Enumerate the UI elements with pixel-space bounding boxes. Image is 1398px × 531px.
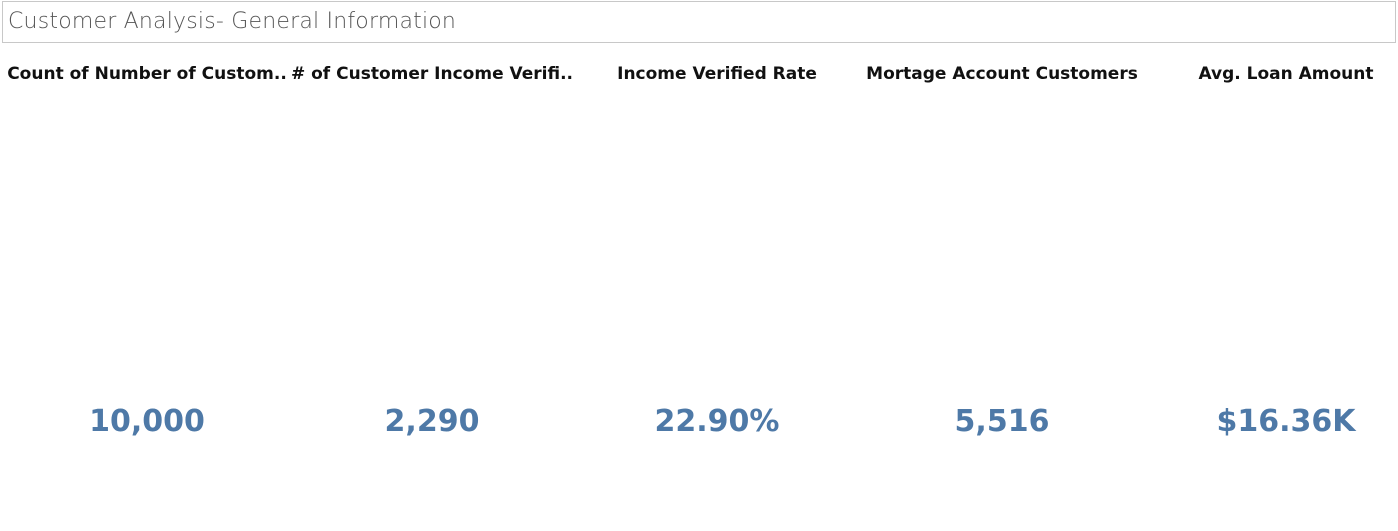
kpi-header: # of Customer Income Verifi..	[290, 64, 574, 84]
kpi-header: Mortage Account Customers	[866, 64, 1138, 84]
kpi-header: Count of Number of Custom..	[7, 64, 287, 84]
kpi-value: 22.90%	[654, 404, 780, 439]
kpi-value: 5,516	[954, 404, 1050, 439]
kpi-income-verified-rate[interactable]: Income Verified Rate 22.90%	[575, 0, 859, 531]
kpi-avg-loan-amount[interactable]: Avg. Loan Amount $16.36K	[1145, 0, 1398, 531]
kpi-customer-count[interactable]: Count of Number of Custom.. 10,000	[5, 0, 289, 531]
kpi-value: 2,290	[384, 404, 480, 439]
kpi-income-verified-count[interactable]: # of Customer Income Verifi.. 2,290	[290, 0, 574, 531]
kpi-header: Income Verified Rate	[617, 64, 817, 84]
kpi-value: 10,000	[89, 404, 205, 439]
kpi-value: $16.36K	[1216, 404, 1356, 439]
kpi-header: Avg. Loan Amount	[1198, 64, 1374, 84]
kpi-mortgage-customers[interactable]: Mortage Account Customers 5,516	[860, 0, 1144, 531]
